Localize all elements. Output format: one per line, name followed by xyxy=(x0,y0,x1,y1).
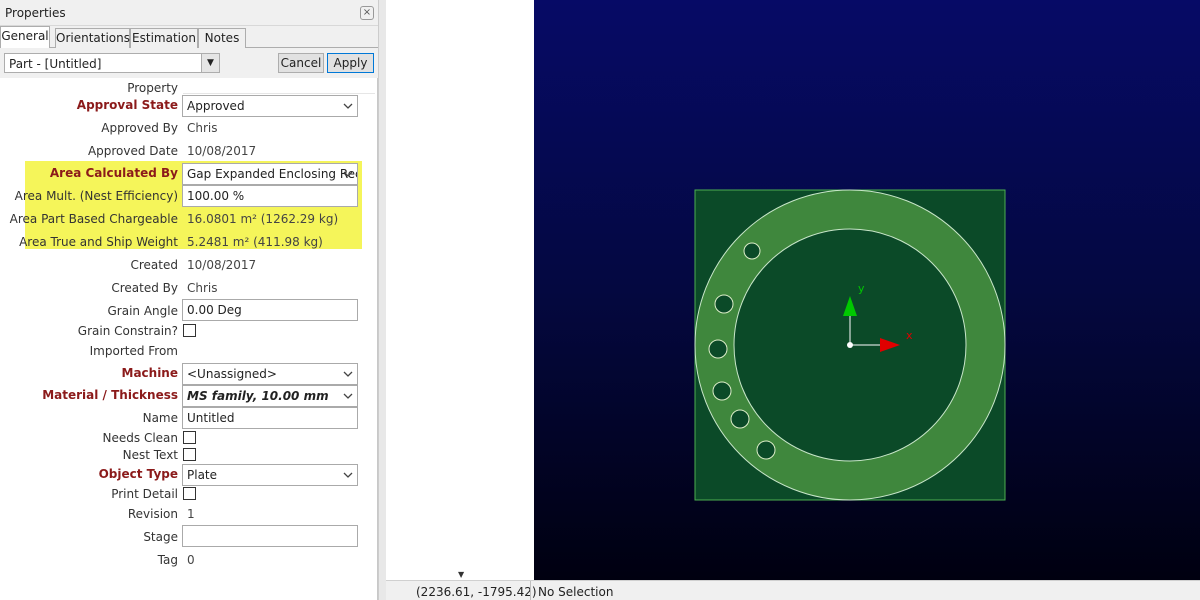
machine-value: <Unassigned> xyxy=(187,367,277,381)
chevron-down-icon: ▼ xyxy=(201,54,219,72)
chevron-down-icon xyxy=(343,103,353,109)
x-axis-label: x xyxy=(906,329,913,342)
cancel-button[interactable]: Cancel xyxy=(278,53,324,73)
created-value: 10/08/2017 xyxy=(187,258,257,272)
tab-general[interactable]: General xyxy=(0,26,50,49)
print-detail-checkbox[interactable] xyxy=(183,487,196,500)
area-mult-label: Area Mult. (Nest Efficiency) xyxy=(14,189,178,203)
revision-value: 1 xyxy=(187,507,195,521)
chevron-down-icon xyxy=(343,393,353,399)
grain-angle-label: Grain Angle xyxy=(107,304,179,318)
approval-state-select[interactable]: Approved xyxy=(182,95,358,117)
machine-label: Machine xyxy=(121,366,179,380)
status-bar: (2236.61, -1795.42) No Selection xyxy=(386,580,1200,600)
property-header: Property xyxy=(127,81,178,95)
nest-text-checkbox[interactable] xyxy=(183,448,196,461)
revision-label: Revision xyxy=(127,507,178,521)
approval-state-label: Approval State xyxy=(76,98,178,112)
chevron-down-icon xyxy=(343,472,353,478)
area-calculated-by-label: Area Calculated By xyxy=(49,166,178,180)
imported-from-label: Imported From xyxy=(89,344,178,358)
grain-angle-input[interactable]: 0.00 Deg xyxy=(182,299,358,321)
area-part-based-label: Area Part Based Chargeable xyxy=(9,212,178,226)
properties-title-bar: Properties × xyxy=(0,0,378,26)
hole xyxy=(730,409,750,429)
cad-viewport[interactable]: x y xyxy=(534,0,1200,580)
hole xyxy=(712,381,732,401)
needs-clean-label: Needs Clean xyxy=(102,431,178,445)
grain-angle-value: 0.00 Deg xyxy=(187,303,242,317)
tab-notes[interactable]: Notes xyxy=(198,28,246,48)
value-header xyxy=(183,80,375,94)
tab-orientations[interactable]: Orientations xyxy=(55,28,130,48)
side-strip xyxy=(386,0,534,580)
apply-button[interactable]: Apply xyxy=(327,53,374,73)
needs-clean-checkbox[interactable] xyxy=(183,431,196,444)
object-type-value: Plate xyxy=(187,468,218,482)
approved-date-label: Approved Date xyxy=(87,144,178,158)
nest-text-label: Nest Text xyxy=(122,448,178,462)
part-drawing: x y xyxy=(694,189,1006,501)
properties-title: Properties xyxy=(5,6,66,20)
approved-by-label: Approved By xyxy=(101,121,178,135)
approved-by-value: Chris xyxy=(187,121,218,135)
name-value: Untitled xyxy=(187,411,235,425)
stage-input[interactable] xyxy=(182,525,358,547)
machine-select[interactable]: <Unassigned> xyxy=(182,363,358,385)
panel-splitter[interactable] xyxy=(378,0,386,600)
area-calculated-by-value: Gap Expanded Enclosing Rec xyxy=(187,167,358,181)
hole xyxy=(743,242,761,260)
object-type-label: Object Type xyxy=(98,467,178,481)
name-input[interactable]: Untitled xyxy=(182,407,358,429)
area-mult-input[interactable]: 100.00 % xyxy=(182,185,358,207)
properties-panel: Properties × General Orientations Estima… xyxy=(0,0,378,600)
hole xyxy=(714,294,734,314)
print-detail-label: Print Detail xyxy=(111,487,178,501)
selection-status: No Selection xyxy=(538,585,614,599)
origin-point xyxy=(847,342,853,348)
tab-bar: General Orientations Estimation Notes xyxy=(0,26,378,49)
area-true-value: 5.2481 m² (411.98 kg) xyxy=(187,235,323,249)
status-separator xyxy=(530,581,531,600)
chevron-down-icon xyxy=(343,171,353,177)
stage-label: Stage xyxy=(143,530,178,544)
area-part-based-value: 16.0801 m² (1262.29 kg) xyxy=(187,212,339,226)
area-mult-value: 100.00 % xyxy=(187,189,245,203)
part-select[interactable]: Part - [Untitled] ▼ xyxy=(4,53,220,73)
approved-date-value: 10/08/2017 xyxy=(187,144,257,158)
hole xyxy=(756,440,776,460)
toolbar: Part - [Untitled] ▼ Cancel Apply xyxy=(0,48,378,78)
name-label: Name xyxy=(142,411,178,425)
grain-constrain-checkbox[interactable] xyxy=(183,324,196,337)
area-true-label: Area True and Ship Weight xyxy=(19,235,178,249)
material-thickness-label: Material / Thickness xyxy=(42,388,178,402)
created-label: Created xyxy=(130,258,179,272)
hole xyxy=(708,339,728,359)
chevron-down-icon xyxy=(343,371,353,377)
tag-label: Tag xyxy=(157,553,178,567)
created-by-label: Created By xyxy=(111,281,178,295)
created-by-value: Chris xyxy=(187,281,218,295)
approval-state-value: Approved xyxy=(187,99,245,113)
y-axis-label: y xyxy=(858,282,865,295)
resize-grip-icon[interactable]: ▼ xyxy=(458,570,464,579)
material-thickness-value: MS family, 10.00 mm xyxy=(187,389,329,403)
app-window: Properties × General Orientations Estima… xyxy=(0,0,1200,600)
part-select-value: Part - [Untitled] xyxy=(9,57,102,71)
tag-value: 0 xyxy=(187,553,195,567)
cursor-coordinates: (2236.61, -1795.42) xyxy=(416,585,537,599)
grain-constrain-label: Grain Constrain? xyxy=(77,324,178,338)
material-thickness-select[interactable]: MS family, 10.00 mm xyxy=(182,385,358,407)
close-icon[interactable]: × xyxy=(360,6,374,20)
object-type-select[interactable]: Plate xyxy=(182,464,358,486)
area-calculated-by-select[interactable]: Gap Expanded Enclosing Rec xyxy=(182,163,358,185)
tab-estimation[interactable]: Estimation xyxy=(130,28,198,48)
